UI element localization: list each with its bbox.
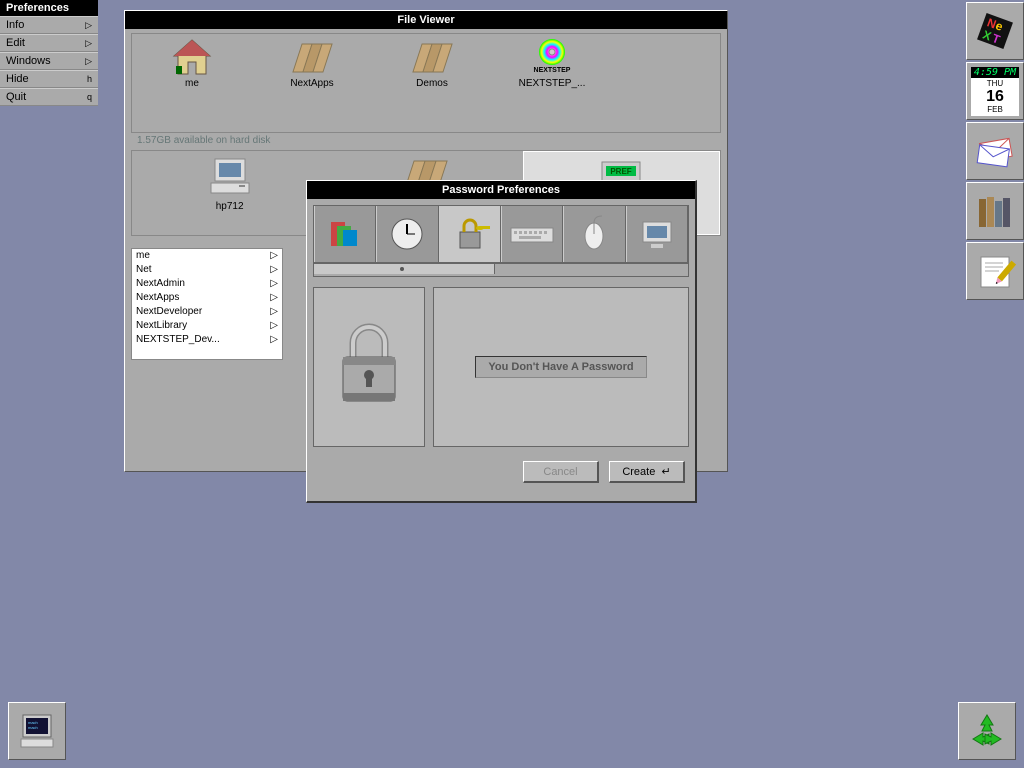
svg-text:mach: mach [28, 725, 38, 730]
shelf: me NextApps Demos NEXTSTEP NEXTSTEP_... [131, 33, 721, 133]
monitor-icon [637, 214, 677, 254]
pref-tabs [313, 205, 689, 263]
list-item[interactable]: Net▷ [132, 263, 282, 277]
scrollbar-thumb[interactable] [314, 264, 495, 274]
disk-info-label: 1.57GB available on hard disk [131, 133, 721, 148]
directory-list[interactable]: me▷ Net▷ NextAdmin▷ NextApps▷ NextDevelo… [131, 248, 283, 360]
pref-window-title[interactable]: Password Preferences [307, 181, 695, 199]
shelf-item-me[interactable]: me [152, 38, 232, 128]
list-item[interactable]: NextApps▷ [132, 291, 282, 305]
list-item[interactable]: NextAdmin▷ [132, 277, 282, 291]
svg-text:PREF: PREF [611, 167, 632, 176]
menu-item-windows[interactable]: Windows▷ [0, 52, 98, 70]
path-col-0[interactable]: hp712 ▷ [132, 151, 327, 235]
tab-display[interactable] [314, 206, 376, 262]
lock-icon [450, 214, 490, 254]
dock-library[interactable] [966, 182, 1024, 240]
terminal-icon: machmach [15, 709, 59, 753]
file-viewer-title[interactable]: File Viewer [125, 11, 727, 29]
dock-terminal[interactable]: machmach [8, 702, 66, 760]
list-item[interactable]: NextLibrary▷ [132, 319, 282, 333]
dock-next-logo[interactable]: NeXT [966, 2, 1024, 60]
tab-password[interactable] [439, 206, 501, 262]
mail-icon [973, 129, 1017, 173]
tab-monitor[interactable] [626, 206, 688, 262]
padlock-icon [331, 317, 407, 417]
computer-icon [205, 155, 255, 199]
menu-item-quit[interactable]: Quitq [0, 88, 98, 106]
list-item[interactable]: NextDeveloper▷ [132, 305, 282, 319]
app-menu-title: Preferences [0, 0, 98, 16]
list-item[interactable]: me▷ [132, 249, 282, 263]
password-illustration [313, 287, 425, 447]
dock-mail[interactable] [966, 122, 1024, 180]
next-cube-icon: NeXT [971, 7, 1019, 55]
mouse-icon [574, 214, 614, 254]
books-icon [973, 189, 1017, 233]
recycle-icon [965, 709, 1009, 753]
home-icon [170, 38, 214, 76]
keyboard-icon [509, 214, 555, 254]
dock-clock[interactable]: 4:59 PM THU 16 FEB [966, 62, 1024, 120]
password-message-box: You Don't Have A Password [433, 287, 689, 447]
list-item[interactable]: NEXTSTEP_Dev...▷ [132, 333, 282, 347]
shelf-item-nextstep[interactable]: NEXTSTEP NEXTSTEP_... [512, 38, 592, 128]
password-preferences-window: Password Preferences You Don't Have A Pa… [306, 180, 697, 503]
folder-icon [410, 38, 454, 76]
password-status-label: You Don't Have A Password [475, 356, 646, 378]
clock-calendar: THU 16 FEB [971, 78, 1019, 116]
cd-icon: NEXTSTEP [530, 38, 574, 76]
dock-edit[interactable] [966, 242, 1024, 300]
display-icon [325, 214, 365, 254]
svg-text:NEXTSTEP: NEXTSTEP [534, 67, 571, 74]
clock-time: 4:59 PM [971, 67, 1019, 78]
dock: NeXT 4:59 PM THU 16 FEB [966, 2, 1022, 300]
menu-item-hide[interactable]: Hideh [0, 70, 98, 88]
create-button[interactable]: Create ↵ [609, 461, 685, 483]
cancel-button[interactable]: Cancel [523, 461, 599, 483]
edit-icon [973, 249, 1017, 293]
tab-clock[interactable] [376, 206, 438, 262]
dock-recycler[interactable] [958, 702, 1016, 760]
menu-item-info[interactable]: Info▷ [0, 16, 98, 34]
menu-item-edit[interactable]: Edit▷ [0, 34, 98, 52]
shelf-item-demos[interactable]: Demos [392, 38, 472, 128]
app-menu: Preferences Info▷ Edit▷ Windows▷ Hideh Q… [0, 0, 98, 106]
tab-mouse[interactable] [563, 206, 625, 262]
folder-icon [290, 38, 334, 76]
shelf-item-nextapps[interactable]: NextApps [272, 38, 352, 128]
tab-keyboard[interactable] [501, 206, 563, 262]
tabs-scrollbar[interactable] [313, 263, 689, 277]
clock-icon [387, 214, 427, 254]
